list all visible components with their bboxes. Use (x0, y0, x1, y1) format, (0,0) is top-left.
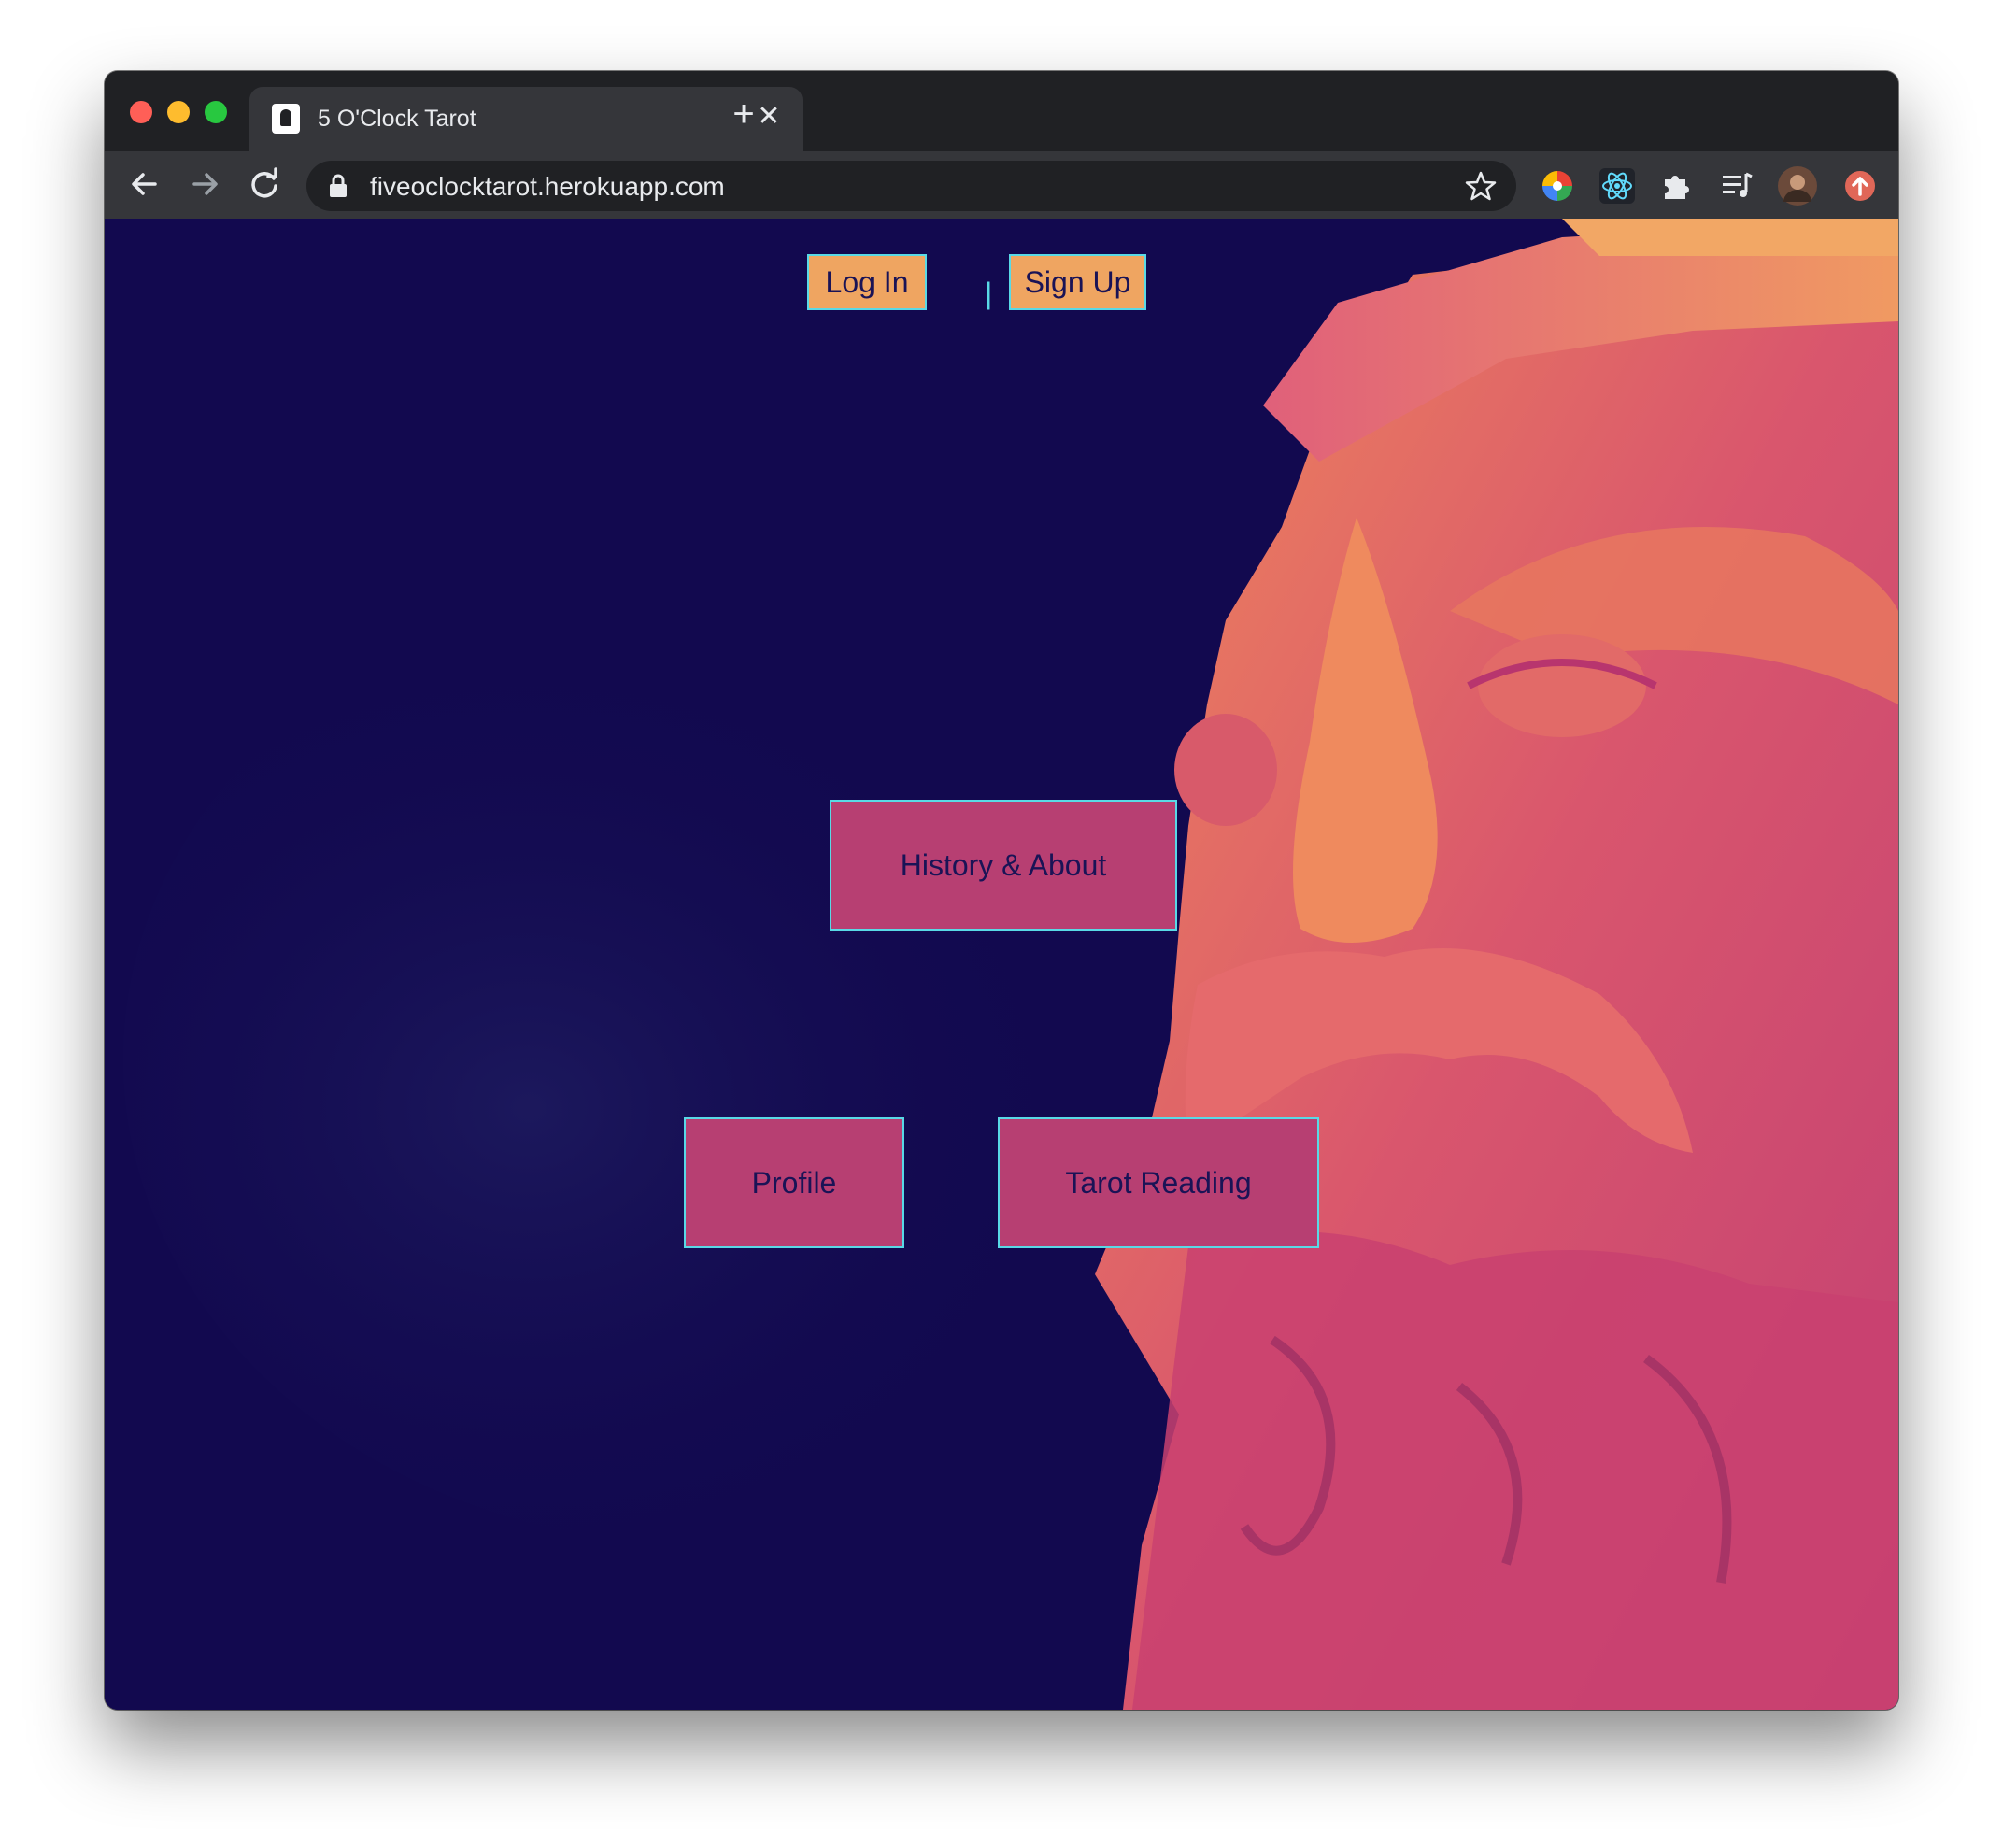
url-text: fiveoclocktarot.herokuapp.com (370, 172, 725, 201)
lock-icon (327, 174, 349, 198)
browser-window: 5 O'Clock Tarot ✕ + fiveoclocktarot.hero… (105, 71, 1898, 1710)
back-arrow-icon[interactable] (123, 163, 166, 206)
tarot-reading-button[interactable]: Tarot Reading (998, 1117, 1319, 1248)
page-content: Log In | Sign Up History & About Profile… (105, 219, 1898, 1710)
close-window-button[interactable] (130, 101, 152, 123)
extensions-puzzle-icon[interactable] (1659, 168, 1695, 204)
signup-button[interactable]: Sign Up (1009, 254, 1146, 310)
address-bar[interactable]: fiveoclocktarot.herokuapp.com (306, 161, 1516, 211)
login-button[interactable]: Log In (807, 254, 927, 310)
maximize-window-button[interactable] (205, 101, 227, 123)
tab-title: 5 O'Clock Tarot (318, 106, 476, 132)
update-indicator-icon[interactable] (1842, 168, 1878, 204)
bearded-face-background-image (105, 219, 1898, 1710)
browser-toolbar: fiveoclocktarot.herokuapp.com (105, 151, 1898, 219)
color-picker-extension-icon[interactable] (1540, 168, 1575, 204)
bookmark-star-icon[interactable] (1464, 169, 1498, 203)
media-playlist-icon[interactable] (1719, 168, 1754, 204)
favicon-icon (272, 104, 300, 134)
profile-avatar[interactable] (1778, 166, 1817, 206)
profile-button[interactable]: Profile (684, 1117, 904, 1248)
new-tab-button[interactable]: + (725, 95, 762, 133)
react-devtools-icon[interactable] (1599, 168, 1635, 204)
tab-strip: 5 O'Clock Tarot ✕ + (105, 71, 1898, 151)
minimize-window-button[interactable] (167, 101, 190, 123)
nav-separator: | (985, 277, 993, 310)
reload-icon[interactable] (243, 163, 286, 206)
forward-arrow-icon[interactable] (183, 163, 226, 206)
browser-tab[interactable]: 5 O'Clock Tarot ✕ (249, 87, 803, 151)
history-about-button[interactable]: History & About (830, 800, 1177, 931)
